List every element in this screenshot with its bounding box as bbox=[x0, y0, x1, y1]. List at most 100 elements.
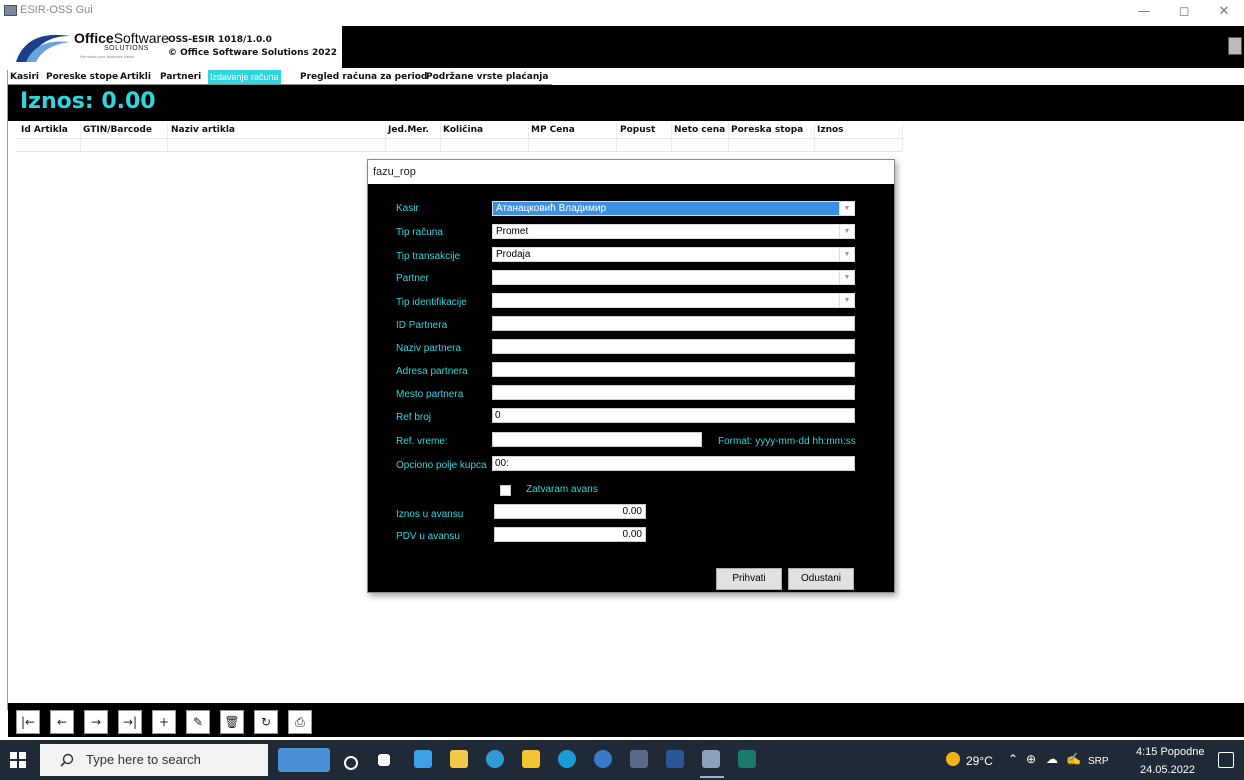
id-partnera-input[interactable] bbox=[492, 316, 855, 331]
brand-tagline: We make your business easier bbox=[80, 54, 135, 59]
close-button[interactable]: ✕ bbox=[1204, 2, 1244, 22]
delete-button[interactable]: 🗑 bbox=[220, 710, 244, 734]
next-record-button[interactable]: → bbox=[84, 710, 108, 734]
print-button[interactable]: ⎙ bbox=[288, 710, 312, 734]
tip-identifikacije-select[interactable]: ▼ bbox=[492, 293, 855, 308]
previous-record-button[interactable]: ← bbox=[50, 710, 74, 734]
edge-browser-icon[interactable] bbox=[558, 750, 576, 768]
ref-broj-label: Ref broj bbox=[396, 412, 432, 423]
clock-time[interactable]: 4:15 Popodne bbox=[1136, 746, 1205, 758]
cloud-icon[interactable]: ☁ bbox=[1046, 752, 1058, 766]
mesto-partnera-input[interactable] bbox=[492, 385, 855, 400]
weather-sun-icon[interactable] bbox=[946, 752, 960, 766]
last-record-button[interactable]: →| bbox=[118, 710, 142, 734]
tip-racuna-select[interactable]: Promet ▼ bbox=[492, 224, 855, 239]
esir-app-icon[interactable] bbox=[702, 750, 720, 768]
menu-pregled-racuna[interactable]: Pregled računa za period bbox=[300, 70, 427, 84]
menu-poreske-stope[interactable]: Poreske stope bbox=[46, 70, 118, 84]
add-button[interactable]: + bbox=[152, 710, 176, 734]
app-icon[interactable] bbox=[630, 750, 648, 768]
cortana-icon[interactable] bbox=[344, 756, 358, 770]
pdv-u-avansu-input[interactable]: 0.00 bbox=[494, 527, 646, 542]
store-app-icon[interactable] bbox=[450, 750, 468, 768]
menu-kasiri[interactable]: Kasiri bbox=[10, 70, 39, 84]
window-titlebar: ESIR-OSS Gui — ◻ ✕ bbox=[0, 0, 1244, 24]
column-mp-cena[interactable]: MP Cena bbox=[531, 125, 575, 135]
taskbar-search[interactable]: Type here to search bbox=[40, 744, 268, 776]
network-icon[interactable]: ⊕ bbox=[1026, 752, 1036, 766]
iznos-u-avansu-label: Iznos u avansu bbox=[396, 509, 464, 520]
tip-transakcije-label: Tip transakcije bbox=[396, 251, 461, 262]
language-indicator[interactable]: SRP bbox=[1088, 756, 1109, 767]
column-naziv[interactable]: Naziv artikla bbox=[171, 125, 235, 135]
notification-icon[interactable] bbox=[1218, 752, 1234, 768]
grid-line bbox=[80, 123, 81, 151]
adresa-partnera-label: Adresa partnera bbox=[396, 366, 468, 377]
edit-button[interactable]: ✎ bbox=[186, 710, 210, 734]
adresa-partnera-input[interactable] bbox=[492, 362, 855, 377]
restore-button[interactable]: ◻ bbox=[1164, 2, 1204, 22]
grid-line bbox=[440, 123, 441, 151]
menu-vrste-placanja[interactable]: Podržane vrste plaćanja bbox=[426, 70, 548, 84]
column-id-artikla[interactable]: Id Artikla bbox=[21, 125, 68, 135]
chevron-down-icon[interactable]: ▼ bbox=[839, 271, 854, 284]
naziv-partnera-input[interactable] bbox=[492, 339, 855, 354]
search-icon bbox=[60, 753, 74, 767]
mail-app-icon[interactable] bbox=[414, 750, 432, 768]
chevron-up-icon[interactable]: ⌃ bbox=[1008, 752, 1018, 766]
minimize-button[interactable]: — bbox=[1124, 2, 1164, 22]
id-partnera-label: ID Partnera bbox=[396, 320, 448, 331]
iznos-u-avansu-input[interactable]: 0.00 bbox=[494, 504, 646, 519]
clock-date[interactable]: 24.05.2022 bbox=[1140, 764, 1195, 776]
opciono-polje-label: Opciono polje kupca bbox=[396, 460, 487, 471]
prev-icon: ← bbox=[56, 715, 68, 729]
chevron-down-icon[interactable]: ▼ bbox=[839, 248, 854, 261]
print-icon: ⎙ bbox=[295, 715, 305, 729]
accept-button[interactable]: Prihvati bbox=[716, 568, 782, 590]
menu-partneri[interactable]: Partneri bbox=[160, 70, 201, 84]
chevron-down-icon[interactable]: ▼ bbox=[839, 225, 854, 238]
cancel-button[interactable]: Odustani bbox=[788, 568, 854, 590]
column-poreska-stopa[interactable]: Poreska stopa bbox=[731, 125, 803, 135]
ref-broj-input[interactable]: 0 bbox=[492, 408, 855, 423]
opciono-polje-input[interactable]: 00: bbox=[492, 456, 855, 471]
chevron-down-icon[interactable]: ▼ bbox=[839, 294, 854, 307]
refresh-button[interactable]: ↻ bbox=[254, 710, 278, 734]
zatvaram-avans-checkbox[interactable] bbox=[500, 485, 511, 496]
ref-vreme-format-hint: Format: yyyy-mm-dd hh:mm:ss bbox=[718, 436, 856, 447]
tip-racuna-label: Tip računa bbox=[396, 227, 443, 238]
menu-artikli[interactable]: Artikli bbox=[120, 70, 151, 84]
partner-select[interactable]: ▼ bbox=[492, 270, 855, 285]
grid-line bbox=[814, 123, 815, 151]
ref-vreme-input[interactable] bbox=[492, 432, 702, 447]
menu-izdavanje-racuna[interactable]: Izdavanje računa bbox=[208, 70, 281, 84]
cash-register-icon[interactable] bbox=[738, 750, 756, 768]
keyboard-icon[interactable] bbox=[1228, 37, 1242, 55]
first-record-button[interactable]: |← bbox=[16, 710, 40, 734]
kasir-select[interactable]: Атанацковић Владимир ▼ bbox=[492, 201, 855, 216]
next-icon: → bbox=[90, 715, 102, 729]
app-version: OSS-ESIR 1018/1.0.0 bbox=[168, 35, 272, 45]
menu-bar: Kasiri Poreske stope Artikli Partneri Iz… bbox=[8, 70, 1244, 84]
word-icon[interactable] bbox=[666, 750, 684, 768]
weather-widget-icon[interactable] bbox=[278, 748, 330, 772]
file-explorer-icon[interactable] bbox=[522, 750, 540, 768]
tip-transakcije-select[interactable]: Prodaja ▼ bbox=[492, 247, 855, 262]
edge-dev-icon[interactable] bbox=[486, 750, 504, 768]
windows-start-icon[interactable] bbox=[10, 752, 26, 768]
column-iznos[interactable]: Iznos bbox=[817, 125, 844, 135]
task-view-icon[interactable] bbox=[378, 754, 390, 766]
column-kolicina[interactable]: Količina bbox=[443, 125, 483, 135]
chevron-down-icon[interactable]: ▼ bbox=[839, 202, 854, 215]
chat-app-icon[interactable] bbox=[594, 750, 612, 768]
dialog-titlebar: fazu_rop bbox=[368, 160, 894, 184]
column-popust[interactable]: Popust bbox=[620, 125, 655, 135]
column-gtin[interactable]: GTIN/Barcode bbox=[83, 125, 152, 135]
pen-icon[interactable]: ✍ bbox=[1066, 752, 1081, 766]
grid-line bbox=[902, 123, 903, 151]
column-neto-cena[interactable]: Neto cena bbox=[674, 125, 725, 135]
grid-line bbox=[616, 123, 617, 151]
column-jed-mer[interactable]: Jed.Mer. bbox=[388, 125, 429, 135]
table-row[interactable] bbox=[16, 138, 902, 152]
temperature[interactable]: 29°C bbox=[966, 754, 993, 768]
